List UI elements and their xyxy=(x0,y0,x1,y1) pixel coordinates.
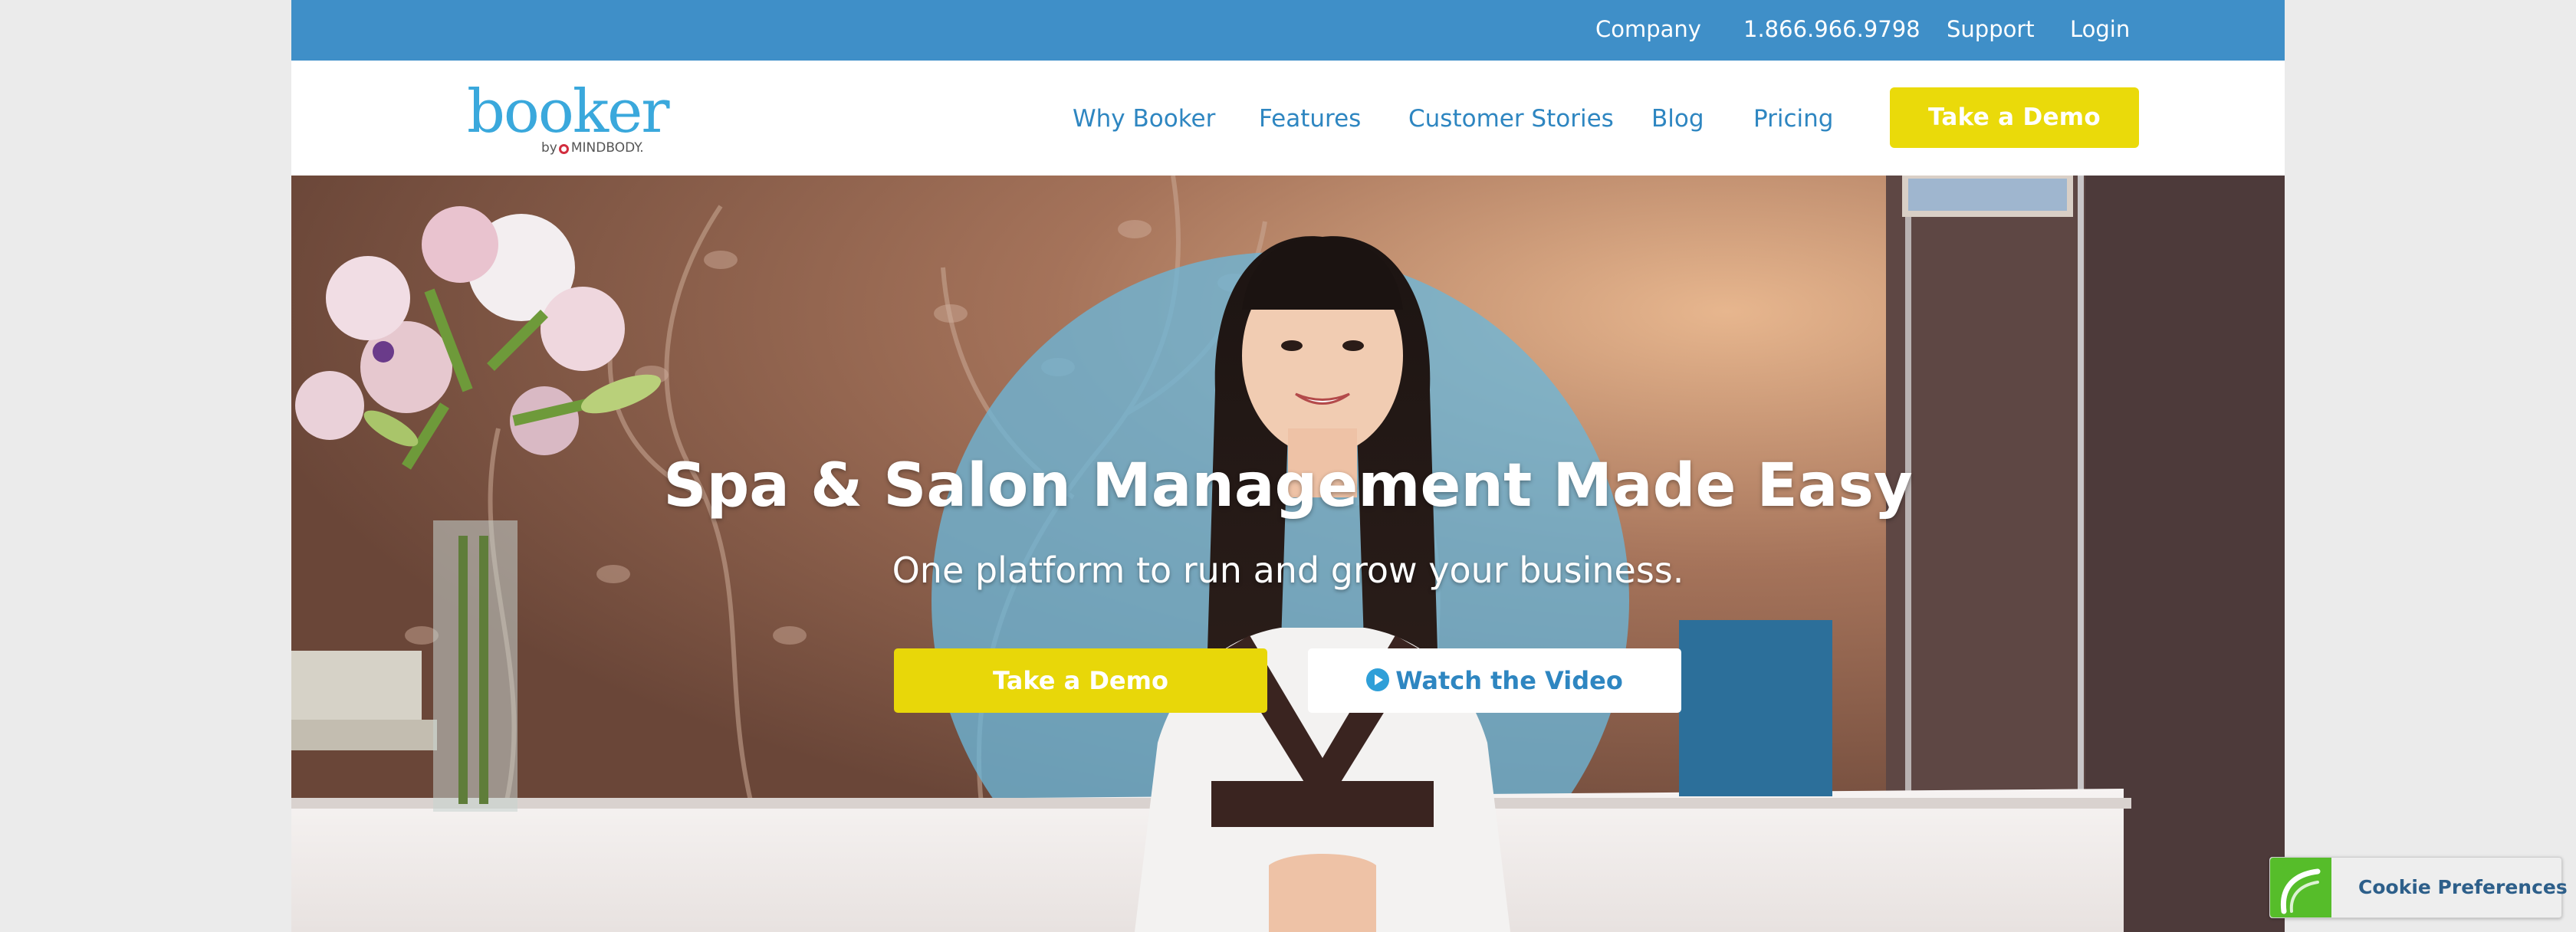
company-link[interactable]: Company xyxy=(1595,0,1701,61)
logo-by-prefix: by xyxy=(541,140,557,156)
watch-video-label: Watch the Video xyxy=(1395,666,1623,695)
watch-video-button[interactable]: Watch the Video xyxy=(1308,648,1681,713)
main-nav: booker by MINDBODY. Why Booker Features C… xyxy=(291,61,2285,176)
phone-link[interactable]: 1.866.966.9798 xyxy=(1743,0,1921,61)
hero-subtitle: One platform to run and grow your busine… xyxy=(892,550,1684,591)
nav-pricing[interactable]: Pricing xyxy=(1753,103,1834,134)
hero-section: Spa & Salon Management Made Easy One pla… xyxy=(291,176,2285,932)
logo-by-brand: MINDBODY. xyxy=(570,140,644,156)
nav-blog[interactable]: Blog xyxy=(1651,103,1704,134)
play-icon xyxy=(1366,668,1390,691)
logo-wordmark: booker xyxy=(467,77,670,146)
cookie-leaf-icon xyxy=(2270,858,2331,917)
logo-byline: by MINDBODY. xyxy=(541,140,644,156)
utility-bar: Company 1.866.966.9798 Support Login xyxy=(291,0,2285,61)
hero-take-demo-button[interactable]: Take a Demo xyxy=(894,648,1267,713)
nav-customer-stories[interactable]: Customer Stories xyxy=(1408,103,1614,134)
nav-take-demo-button[interactable]: Take a Demo xyxy=(1890,87,2139,148)
support-link[interactable]: Support xyxy=(1947,0,2035,61)
cookie-preferences-widget[interactable]: Cookie Preferences xyxy=(2269,857,2568,918)
login-link[interactable]: Login xyxy=(2070,0,2130,61)
page-frame: Company 1.866.966.9798 Support Login boo… xyxy=(291,0,2285,932)
nav-features[interactable]: Features xyxy=(1259,103,1361,134)
nav-why-booker[interactable]: Why Booker xyxy=(1073,103,1215,134)
mindbody-ring-icon xyxy=(558,144,569,154)
booker-logo[interactable]: booker by MINDBODY. xyxy=(467,77,674,157)
cookie-preferences-label: Cookie Preferences xyxy=(2358,876,2568,898)
hero-title: Spa & Salon Management Made Easy xyxy=(663,451,1913,520)
